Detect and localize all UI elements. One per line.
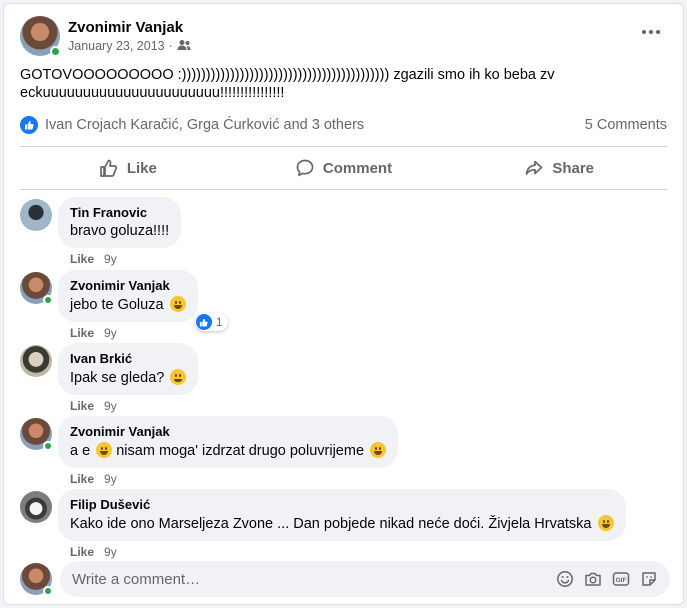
reactions-text[interactable]: Ivan Crojach Karačić, Grga Ćurković and …: [45, 117, 364, 133]
comment-item: Zvonimir Vanjak a e nisam moga' izdrzat …: [20, 416, 399, 486]
commenter-avatar[interactable]: [20, 345, 52, 377]
comment-like-button[interactable]: Like: [70, 252, 94, 266]
share-button[interactable]: Share: [451, 147, 667, 189]
smiling-emoji-icon: [170, 369, 187, 385]
comment-text: bravo goluza!!!!: [70, 223, 170, 239]
comment-time[interactable]: 9y: [104, 472, 117, 486]
comment-text: nisam moga' izdrzat drugo poluvrijeme: [116, 443, 365, 459]
comment-button[interactable]: Comment: [236, 147, 452, 189]
comment-like-button[interactable]: Like: [70, 326, 94, 340]
online-indicator: [43, 295, 53, 305]
like-reaction-icon: [195, 314, 212, 330]
comment-bubble: Filip Dušević Kako ide ono Marseljeza Zv…: [58, 489, 626, 541]
camera-icon[interactable]: [584, 570, 602, 588]
friends-icon[interactable]: [177, 39, 191, 54]
comment-bubble: Zvonimir Vanjak jebo te Goluza 1: [58, 270, 228, 331]
comment-time[interactable]: 9y: [104, 252, 117, 266]
comment-text: jebo te Goluza: [70, 297, 164, 313]
like-reaction-icon: [20, 116, 38, 134]
comment-like-button[interactable]: Like: [70, 472, 94, 486]
comment-composer: Write a comment… GIF: [20, 561, 670, 597]
comment-time[interactable]: 9y: [104, 399, 117, 413]
online-indicator: [43, 586, 53, 596]
post-header: Zvonimir Vanjak January 23, 2013 ·: [20, 16, 191, 57]
gif-icon[interactable]: GIF: [612, 570, 630, 588]
comment-input-placeholder: Write a comment…: [72, 570, 201, 588]
comment-time[interactable]: 9y: [104, 326, 117, 340]
online-indicator: [50, 46, 61, 57]
commenter-avatar[interactable]: [20, 418, 53, 451]
comments-count[interactable]: 5 Comments: [585, 117, 667, 133]
post-author[interactable]: Zvonimir Vanjak: [68, 19, 191, 36]
reactions-summary[interactable]: Ivan Crojach Karačić, Grga Ćurković and …: [20, 116, 364, 134]
comment-bubble: Tin Franovic bravo goluza!!!!: [58, 197, 182, 248]
svg-text:GIF: GIF: [616, 577, 627, 584]
comment-like-button[interactable]: Like: [70, 545, 94, 559]
comment-like-button[interactable]: Like: [70, 399, 94, 413]
comment-input[interactable]: Write a comment… GIF: [60, 561, 670, 597]
current-user-avatar[interactable]: [20, 563, 53, 596]
comment-author[interactable]: Ivan Brkić: [70, 351, 186, 366]
comment-item: Filip Dušević Kako ide ono Marseljeza Zv…: [20, 489, 626, 559]
like-button[interactable]: Like: [20, 147, 236, 189]
comment-icon: [296, 159, 314, 177]
comment-text: Kako ide ono Marseljeza Zvone ... Dan po…: [70, 516, 592, 532]
commenter-avatar[interactable]: [20, 199, 52, 231]
post-card: Zvonimir Vanjak January 23, 2013 · GOTOV…: [3, 3, 684, 605]
comment-text: Ipak se gleda?: [70, 370, 165, 386]
comment-author[interactable]: Zvonimir Vanjak: [70, 424, 386, 439]
composer-tools: GIF: [556, 570, 658, 588]
comment-author[interactable]: Filip Dušević: [70, 497, 614, 512]
comment-author[interactable]: Zvonimir Vanjak: [70, 278, 186, 293]
online-indicator: [43, 441, 53, 451]
grinning-emoji-icon: [597, 515, 614, 531]
share-icon: [525, 160, 543, 175]
post-actions: Like Comment Share: [20, 146, 667, 190]
comment-text: a e: [70, 443, 91, 459]
author-avatar[interactable]: [20, 16, 61, 57]
thumbs-up-icon: [99, 159, 117, 177]
comment-item: Ivan Brkić Ipak se gleda? Like 9y: [20, 343, 199, 413]
comment-item: Zvonimir Vanjak jebo te Goluza 1 Like 9y: [20, 270, 228, 340]
reaction-count: 1: [215, 315, 223, 329]
commenter-avatar[interactable]: [20, 272, 53, 305]
grinning-emoji-icon: [169, 296, 186, 312]
comment-reaction-badge[interactable]: 1: [194, 313, 228, 331]
post-text: GOTOVOOOOOOOOO :))))))))))))))))))))))))…: [20, 67, 555, 101]
comment-time[interactable]: 9y: [104, 545, 117, 559]
more-options-button[interactable]: [637, 22, 665, 42]
comment-bubble: Ivan Brkić Ipak se gleda?: [58, 343, 199, 395]
winking-emoji-icon: [96, 442, 113, 458]
emoji-picker-icon[interactable]: [556, 570, 574, 588]
post-date[interactable]: January 23, 2013: [68, 39, 165, 53]
commenter-avatar[interactable]: [20, 491, 52, 523]
grinning-emoji-icon: [370, 442, 387, 458]
comment-item: Tin Franovic bravo goluza!!!! Like 9y: [20, 197, 182, 266]
sticker-icon[interactable]: [640, 570, 658, 588]
post-stats: Ivan Crojach Karačić, Grga Ćurković and …: [20, 114, 667, 136]
comment-author[interactable]: Tin Franovic: [70, 205, 169, 220]
comment-bubble: Zvonimir Vanjak a e nisam moga' izdrzat …: [58, 416, 399, 468]
